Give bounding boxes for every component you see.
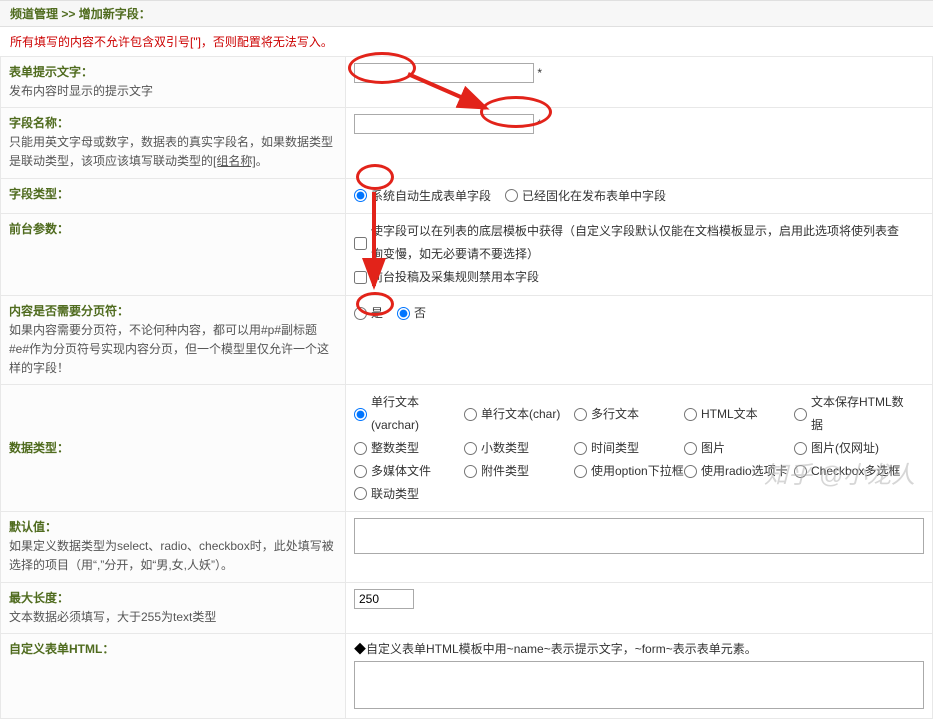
- row-default: 默认值： 如果定义数据类型为select、radio、checkbox时，此处填…: [1, 512, 933, 582]
- diamond-icon: ◆: [354, 642, 366, 656]
- row-data-type: 数据类型： 单行文本(varchar)单行文本(char)多行文本HTML文本文…: [1, 385, 933, 512]
- front-arg-list-check[interactable]: 使字段可以在列表的底层模板中获得（自定义字段默认仅能在文档模板显示，启用此选项将…: [354, 220, 910, 266]
- default-textarea[interactable]: [354, 518, 924, 554]
- form-tip-input[interactable]: [354, 63, 534, 83]
- row-field-name: 字段名称： 只能用英文字母或数字，数据表的真实字段名，如果数据类型是联动类型，该…: [1, 108, 933, 178]
- row-custom-html: 自定义表单HTML： ◆自定义表单HTML模板中用~name~表示提示文字，~f…: [1, 633, 933, 718]
- form-tip-desc: 发布内容时显示的提示文字: [9, 82, 337, 101]
- maxlen-desc: 文本数据必须填写，大于255为text类型: [9, 608, 337, 627]
- row-maxlen: 最大长度： 文本数据必须填写，大于255为text类型: [1, 582, 933, 633]
- data-type-option[interactable]: 时间类型: [574, 437, 684, 460]
- data-type-title: 数据类型：: [9, 439, 337, 456]
- breadcrumb: 频道管理 >> 增加新字段：: [0, 0, 933, 27]
- breadcrumb-section: 频道管理: [10, 7, 58, 21]
- field-name-title: 字段名称：: [9, 114, 337, 131]
- maxlen-title: 最大长度：: [9, 589, 337, 606]
- form-table: 表单提示文字： 发布内容时显示的提示文字 * 字段名称： 只能用英文字母或数字，…: [0, 56, 933, 719]
- custom-html-title: 自定义表单HTML：: [9, 640, 337, 657]
- maxlen-input[interactable]: [354, 589, 414, 609]
- data-type-option[interactable]: 整数类型: [354, 437, 464, 460]
- page-break-no[interactable]: 否: [397, 302, 426, 325]
- default-desc: 如果定义数据类型为select、radio、checkbox时，此处填写被选择的…: [9, 537, 337, 575]
- data-type-option[interactable]: 图片(仅网址): [794, 437, 904, 460]
- front-arg-title: 前台参数：: [9, 220, 337, 237]
- field-name-desc: 只能用英文字母或数字，数据表的真实字段名，如果数据类型是联动类型，该项应该填写联…: [9, 133, 337, 171]
- required-star: *: [537, 117, 542, 131]
- row-page-break: 内容是否需要分页符： 如果内容需要分页符，不论何种内容，都可以用#p#副标题#e…: [1, 295, 933, 385]
- required-star: *: [537, 66, 542, 80]
- row-form-tip: 表单提示文字： 发布内容时显示的提示文字 *: [1, 57, 933, 108]
- field-type-fixed[interactable]: 已经固化在发布表单中字段: [505, 185, 666, 208]
- breadcrumb-sep: >>: [61, 7, 75, 21]
- data-type-option[interactable]: 附件类型: [464, 460, 574, 483]
- form-tip-title: 表单提示文字：: [9, 63, 337, 80]
- data-type-option[interactable]: 多媒体文件: [354, 460, 464, 483]
- default-title: 默认值：: [9, 518, 337, 535]
- data-type-option[interactable]: 多行文本: [574, 391, 684, 437]
- front-arg-disable-check[interactable]: 前台投稿及采集规则禁用本字段: [354, 266, 539, 289]
- data-type-option[interactable]: Checkbox多选框: [794, 460, 904, 483]
- field-name-input[interactable]: [354, 114, 534, 134]
- custom-html-textarea[interactable]: [354, 661, 924, 709]
- warning-text: 所有填写的内容不允许包含双引号["]，否则配置将无法写入。: [0, 27, 933, 56]
- page-break-title: 内容是否需要分页符：: [9, 302, 337, 319]
- data-type-option[interactable]: 图片: [684, 437, 794, 460]
- breadcrumb-page: 增加新字段：: [79, 7, 151, 21]
- data-type-option[interactable]: 小数类型: [464, 437, 574, 460]
- data-type-option[interactable]: HTML文本: [684, 391, 794, 437]
- data-type-option[interactable]: 使用radio选项卡: [684, 460, 794, 483]
- data-type-option[interactable]: 文本保存HTML数据: [794, 391, 904, 437]
- data-type-option[interactable]: 使用option下拉框: [574, 460, 684, 483]
- row-front-arg: 前台参数： 使字段可以在列表的底层模板中获得（自定义字段默认仅能在文档模板显示，…: [1, 214, 933, 295]
- data-type-option[interactable]: 单行文本(varchar): [354, 391, 464, 437]
- page-break-yes[interactable]: 是: [354, 302, 383, 325]
- custom-html-desc: 自定义表单HTML模板中用~name~表示提示文字，~form~表示表单元素。: [366, 642, 757, 656]
- field-type-title: 字段类型：: [9, 185, 337, 202]
- data-type-option[interactable]: 单行文本(char): [464, 391, 574, 437]
- row-field-type: 字段类型： 系统自动生成表单字段 已经固化在发布表单中字段: [1, 178, 933, 214]
- data-type-option[interactable]: 联动类型: [354, 483, 464, 506]
- field-type-auto[interactable]: 系统自动生成表单字段: [354, 185, 491, 208]
- page-break-desc: 如果内容需要分页符，不论何种内容，都可以用#p#副标题#e#作为分页符号实现内容…: [9, 321, 337, 379]
